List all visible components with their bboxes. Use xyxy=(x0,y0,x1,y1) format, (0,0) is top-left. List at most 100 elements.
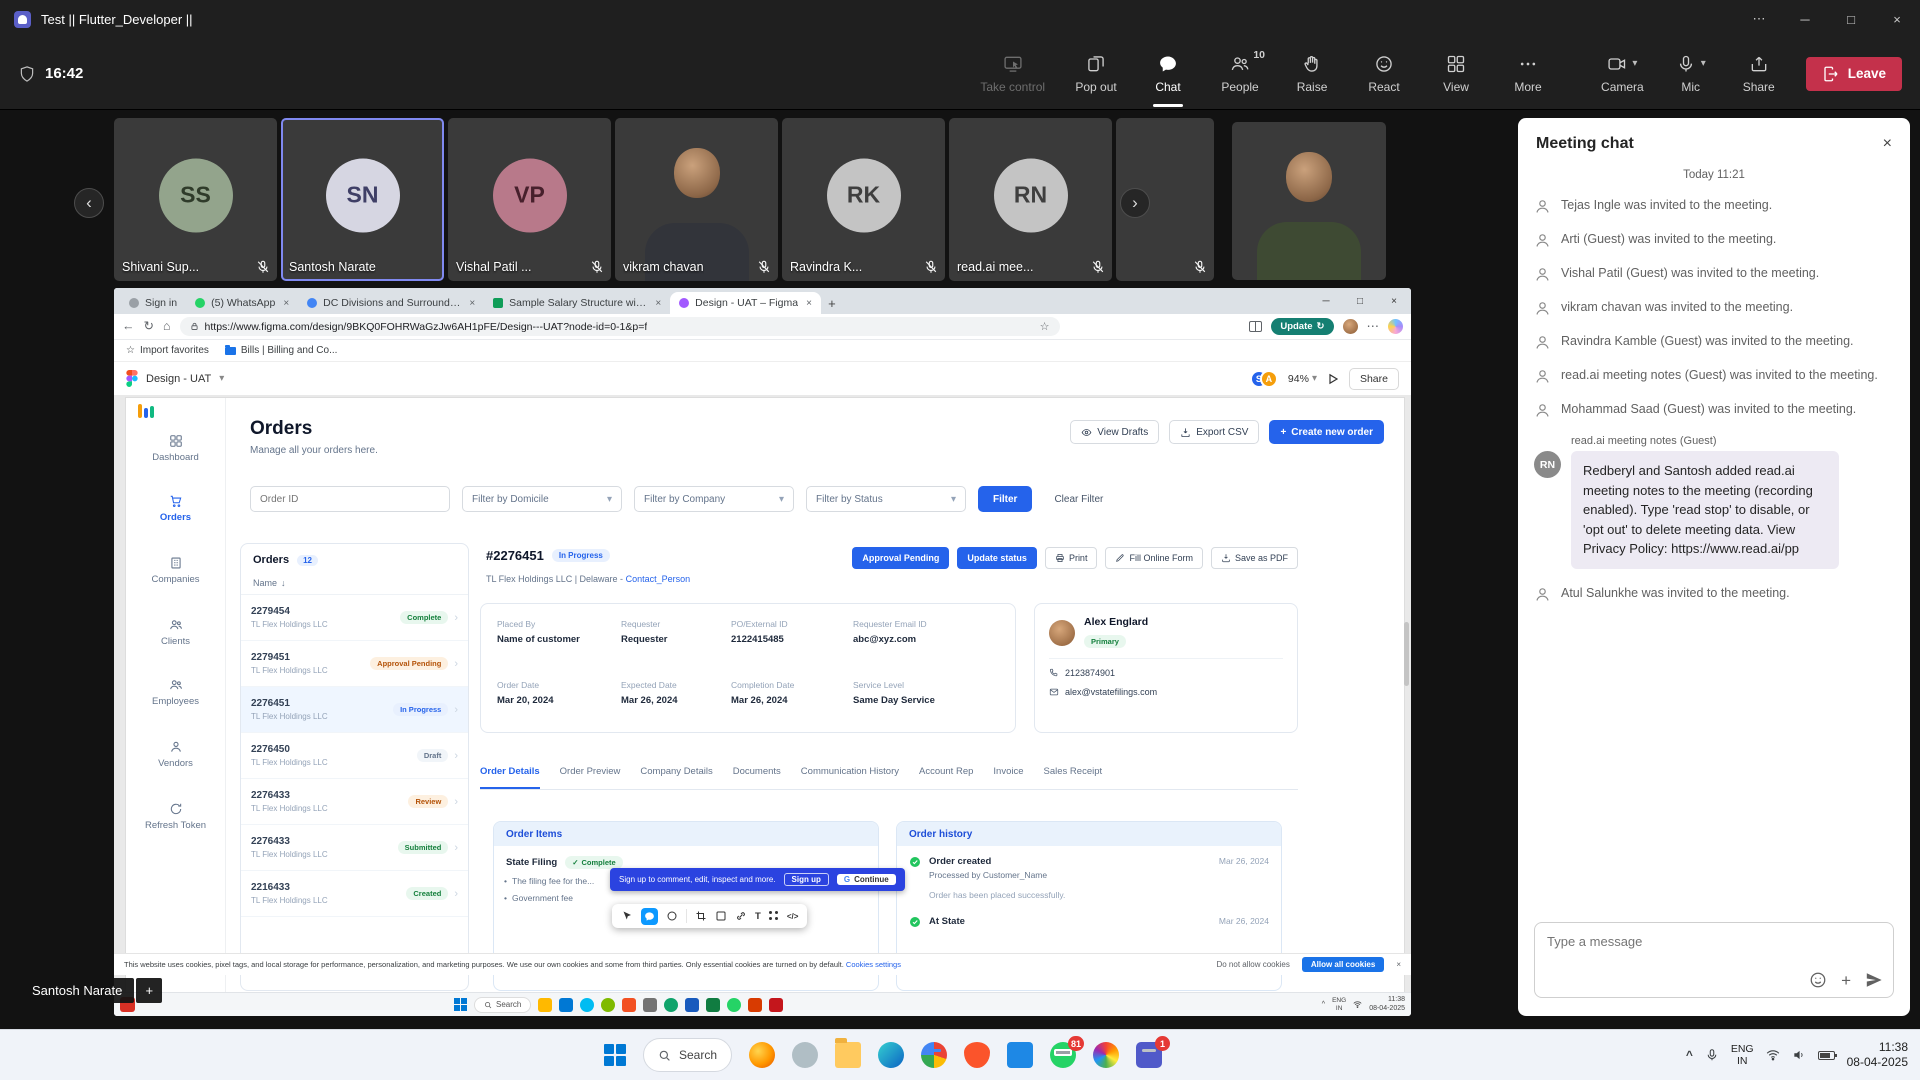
code-tool-icon[interactable]: </> xyxy=(787,912,799,921)
brave-icon[interactable] xyxy=(964,1042,990,1068)
share-button[interactable]: Share xyxy=(1738,54,1780,94)
url-bar[interactable]: https://www.figma.com/design/9BKQ0FOHRWa… xyxy=(180,317,1060,336)
presenter-action-icon[interactable]: + xyxy=(136,978,162,1003)
doc-title-caret-icon[interactable]: ▾ xyxy=(219,373,224,384)
order-row[interactable]: 2279451TL Flex Holdings LLC Approval Pen… xyxy=(241,641,468,687)
chrome-icon[interactable] xyxy=(921,1042,947,1068)
tab-order-preview[interactable]: Order Preview xyxy=(560,766,621,789)
copilot-icon[interactable] xyxy=(1388,319,1403,334)
sidebar-item-dashboard[interactable]: Dashboard xyxy=(126,434,225,463)
leave-button[interactable]: Leave xyxy=(1806,57,1902,91)
chat-close-icon[interactable]: × xyxy=(1883,135,1892,153)
import-favorites-button[interactable]: ☆ Import favorites xyxy=(126,345,209,356)
send-icon[interactable] xyxy=(1865,971,1883,989)
create-new-order-button[interactable]: + Create new order xyxy=(1269,420,1384,444)
chat-button[interactable]: Chat xyxy=(1147,54,1189,94)
text-tool-icon[interactable]: T xyxy=(755,911,761,922)
sidebar-item-clients[interactable]: Clients xyxy=(126,618,225,647)
clock[interactable]: 11:38 08-04-2025 xyxy=(1847,1040,1908,1070)
approval-pending-button[interactable]: Approval Pending xyxy=(852,547,949,569)
minimize-button[interactable]: ─ xyxy=(1782,0,1828,38)
order-row[interactable]: 2279454TL Flex Holdings LLC Complete › xyxy=(241,595,468,641)
taskbar-app-icon[interactable] xyxy=(685,998,699,1012)
tab-sales-receipt[interactable]: Sales Receipt xyxy=(1044,766,1103,789)
contact-phone[interactable]: 2123874901 xyxy=(1049,668,1283,678)
raise-hand-button[interactable]: Raise xyxy=(1291,54,1333,94)
mic-caret-icon[interactable]: ▾ xyxy=(1701,58,1706,69)
contact-email[interactable]: alex@vstatefilings.com xyxy=(1049,687,1283,697)
google-continue-button[interactable]: G Continue xyxy=(837,874,896,885)
speaker-icon[interactable] xyxy=(1792,1048,1806,1062)
tab-documents[interactable]: Documents xyxy=(733,766,781,789)
strip-prev-button[interactable]: ‹ xyxy=(74,188,104,218)
shared-search-box[interactable]: Search xyxy=(474,997,531,1013)
sidebar-item-vendors[interactable]: Vendors xyxy=(126,740,225,769)
order-row[interactable]: 2276433TL Flex Holdings LLC Submitted › xyxy=(241,825,468,871)
taskbar-app-icon[interactable] xyxy=(622,998,636,1012)
people-button[interactable]: 10 People xyxy=(1219,54,1261,94)
components-tool-icon[interactable] xyxy=(769,911,779,921)
filter-button[interactable]: Filter xyxy=(978,486,1032,512)
camera-caret-icon[interactable]: ▾ xyxy=(1632,58,1637,69)
start-icon[interactable] xyxy=(454,998,467,1011)
tab-account-rep[interactable]: Account Rep xyxy=(919,766,973,789)
favorites-folder[interactable]: Bills | Billing and Co... xyxy=(225,345,338,356)
language-indicator[interactable]: ENGIN xyxy=(1731,1043,1754,1067)
bookmark-star-icon[interactable]: ☆ xyxy=(1040,320,1050,333)
tab-order-details[interactable]: Order Details xyxy=(480,766,540,789)
present-play-icon[interactable] xyxy=(1327,373,1339,385)
wifi-icon[interactable] xyxy=(1766,1048,1780,1062)
tab-invoice[interactable]: Invoice xyxy=(993,766,1023,789)
tray-mic-icon[interactable] xyxy=(1705,1048,1719,1062)
tab-communication-history[interactable]: Communication History xyxy=(801,766,899,789)
tray-chevron-icon[interactable]: ^ xyxy=(1686,1048,1693,1062)
browser-tab-figma-active[interactable]: Design - UAT – Figma × xyxy=(670,292,821,314)
pop-out-button[interactable]: Pop out xyxy=(1075,54,1117,94)
sidebar-item-orders[interactable]: Orders xyxy=(126,494,225,523)
clear-filter-button[interactable]: Clear Filter xyxy=(1044,486,1113,512)
order-id-input[interactable] xyxy=(250,486,450,512)
mic-button[interactable]: ▾ Mic xyxy=(1670,54,1712,94)
participant-tile[interactable]: VP Vishal Patil ... xyxy=(448,118,611,281)
browser-tab-whatsapp[interactable]: (5) WhatsApp × xyxy=(186,292,298,314)
sidebar-item-companies[interactable]: Companies xyxy=(126,556,225,585)
new-tab-button[interactable]: + xyxy=(821,292,843,314)
print-button[interactable]: Print xyxy=(1045,547,1098,569)
cookie-settings-link[interactable]: Cookies settings xyxy=(846,960,901,969)
firefox-icon[interactable] xyxy=(749,1042,775,1068)
export-csv-button[interactable]: Export CSV xyxy=(1169,420,1259,444)
taskbar-app-icon[interactable] xyxy=(580,998,594,1012)
tab-close-icon[interactable]: × xyxy=(655,298,661,309)
figma-canvas[interactable]: Dashboard Orders Companies Clients xyxy=(114,396,1411,992)
teams-icon[interactable]: 1 xyxy=(1136,1042,1162,1068)
chat-input-box[interactable]: + xyxy=(1534,922,1894,998)
attach-plus-icon[interactable]: + xyxy=(1841,972,1851,989)
signup-button[interactable]: Sign up xyxy=(784,873,829,886)
update-status-button[interactable]: Update status xyxy=(957,547,1037,569)
view-button[interactable]: View xyxy=(1435,54,1477,94)
order-row-selected[interactable]: 2276451TL Flex Holdings LLC In Progress … xyxy=(241,687,468,733)
order-row[interactable]: 2276433TL Flex Holdings LLC Review › xyxy=(241,779,468,825)
filter-status-select[interactable]: Filter by Status ▾ xyxy=(806,486,966,512)
maximize-button[interactable]: □ xyxy=(1828,0,1874,38)
shared-clock[interactable]: 11:3808-04-2025 xyxy=(1369,996,1405,1013)
emoji-icon[interactable] xyxy=(1809,971,1827,989)
react-button[interactable]: React xyxy=(1363,54,1405,94)
cookie-close-icon[interactable]: × xyxy=(1396,960,1401,969)
back-icon[interactable]: ← xyxy=(122,320,135,333)
edge-icon[interactable] xyxy=(878,1042,904,1068)
browser-tab-sheets[interactable]: Sample Salary Structure with cal... × xyxy=(484,292,670,314)
browser-close-button[interactable]: × xyxy=(1377,288,1411,314)
language-indicator[interactable]: ENGIN xyxy=(1332,997,1346,1012)
participant-tile[interactable]: RK Ravindra K... xyxy=(782,118,945,281)
view-drafts-button[interactable]: View Drafts xyxy=(1070,420,1159,444)
vscode-icon[interactable] xyxy=(1007,1042,1033,1068)
order-row[interactable]: 2216433TL Flex Holdings LLC Created › xyxy=(241,871,468,917)
zoom-control[interactable]: 94% ▾ xyxy=(1288,373,1317,385)
refresh-icon[interactable]: ↻ xyxy=(144,320,154,333)
taskbar-app-icon[interactable] xyxy=(664,998,678,1012)
split-screen-icon[interactable] xyxy=(1249,321,1262,332)
taskbar-search[interactable]: Search xyxy=(643,1038,732,1072)
tab-close-icon[interactable]: × xyxy=(469,298,475,309)
more-button[interactable]: More xyxy=(1507,54,1549,94)
